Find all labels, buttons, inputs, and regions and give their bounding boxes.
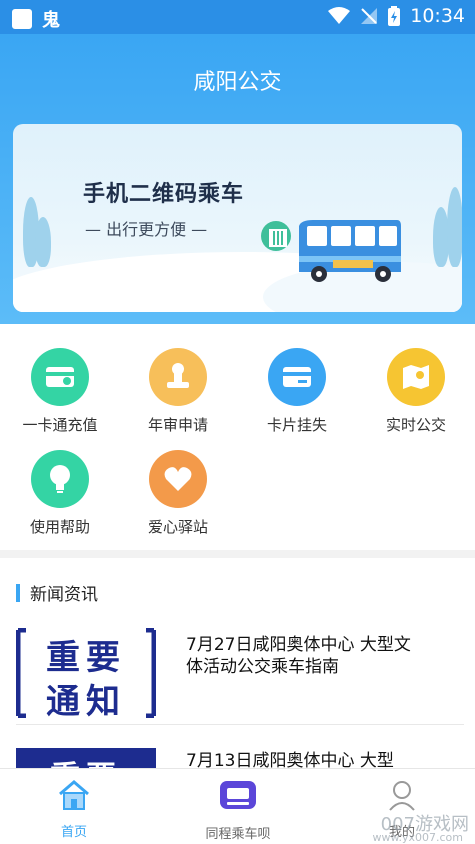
service-grid: 一卡通充值 年审申请 卡片挂失 实时公交 使用帮助 爱心驿站 [0,324,475,550]
service-recharge[interactable]: 一卡通充值 [1,348,119,435]
banner-title: 手机二维码乘车 [83,182,245,207]
card-lost-icon [268,348,326,406]
service-label: 使用帮助 [29,518,90,536]
notification-square-icon [12,9,32,29]
tree-icon [35,217,51,267]
user-icon [389,781,415,811]
news-item-title: 7月13日咸阳奥体中心 大型 [186,751,394,768]
news-item-title: 7月27日咸阳奥体中心 大型文体活动公交乘车指南 [186,635,411,677]
no-signal-icon [361,8,378,24]
bottom-tab-bar: 首页 同程乘车呗 我的 007游戏网 www.yx007.com [0,768,475,844]
service-realtime-bus[interactable]: 实时公交 [357,348,475,435]
news-section-title: 新闻资讯 [30,585,98,605]
banner-subtitle: — 出行更方便 — [85,220,208,239]
home-icon [59,780,89,810]
tab-label: 首页 [60,825,87,840]
watermark-url: www.yx007.com [372,831,463,844]
service-label: 年审申请 [147,416,208,434]
service-label: 爱心驿站 [147,518,208,536]
service-label: 实时公交 [385,416,446,434]
bus-icon [299,220,401,282]
service-label: 卡片挂失 [266,416,327,434]
news-header: 新闻资讯 [16,580,98,605]
wifi-icon [328,7,351,24]
tree-icon [447,187,462,267]
news-thumbnail: 重要 [16,748,156,768]
service-card-lost[interactable]: 卡片挂失 [238,348,356,435]
tab-tongcheng[interactable]: 同程乘车呗 [178,779,298,842]
battery-charging-icon [388,6,401,26]
news-section: 新闻资讯 重要 通知 7月27日咸阳奥体中心 大型文体活动公交乘车指南 重要 7… [0,558,475,768]
qr-code-icon [261,221,291,251]
tab-home[interactable]: 首页 [14,779,134,840]
stamp-icon [149,348,207,406]
divider [16,724,464,725]
thumb-text-top: 重要 [46,638,126,678]
promo-banner[interactable]: 手机二维码乘车 — 出行更方便 — [13,124,462,312]
service-help[interactable]: 使用帮助 [1,450,119,537]
thumb-text-bottom: 通知 [46,682,126,722]
lightbulb-icon [31,450,89,508]
service-label: 一卡通充值 [22,416,98,434]
news-thumbnail: 重要 通知 [15,627,157,722]
notification-app-icon: 鬼 [42,10,60,31]
service-annual-review[interactable]: 年审申请 [119,348,237,435]
bus-app-icon [220,781,256,809]
page-title: 咸阳公交 [193,70,282,95]
card-recharge-icon [31,348,89,406]
tab-label: 同程乘车呗 [205,827,271,842]
status-bar: 鬼 10:34 [0,0,475,34]
thumb-text-top: 重要 [16,752,156,768]
clock: 10:34 [410,5,465,27]
heart-icon [149,450,207,508]
service-love-station[interactable]: 爱心驿站 [119,450,237,537]
map-pin-icon [387,348,445,406]
section-accent-bar [16,583,20,602]
